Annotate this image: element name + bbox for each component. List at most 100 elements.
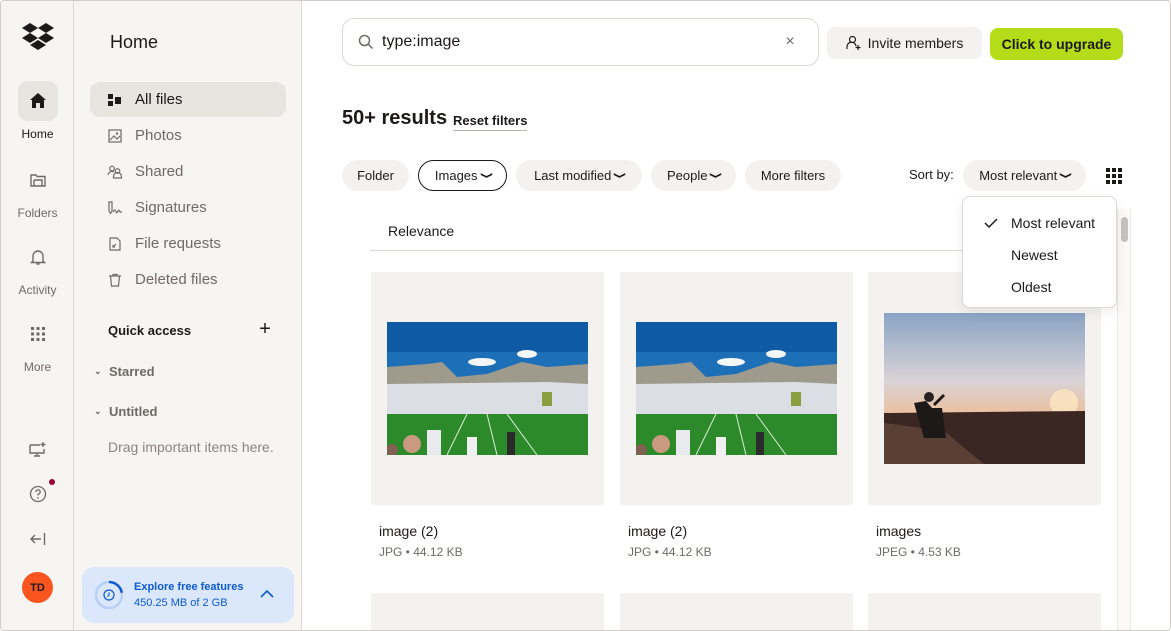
collapse-sidebar-icon — [30, 533, 46, 545]
storage-banner[interactable]: Explore free features 450.25 MB of 2 GB — [82, 567, 294, 623]
notification-dot — [49, 479, 55, 485]
search-icon — [358, 34, 374, 50]
filter-chip-more-filters[interactable]: More filters — [745, 160, 841, 191]
rail-label: Home — [21, 127, 54, 141]
help-icon — [29, 485, 47, 503]
group-label: Starred — [109, 364, 155, 379]
nav-label: Shared — [135, 163, 184, 180]
nav-label: File requests — [135, 235, 221, 252]
search-bar[interactable]: × — [342, 18, 819, 66]
avatar[interactable]: TD — [22, 572, 53, 603]
quick-access-add-button[interactable]: + — [255, 319, 275, 339]
section-label: Relevance — [388, 223, 455, 239]
sidebar-title: Home — [110, 32, 159, 52]
storage-title: Explore free features — [134, 581, 244, 593]
stadium-image — [636, 322, 837, 455]
filter-chip-images[interactable]: Images ❯ — [418, 160, 507, 191]
chip-label: Last modified — [534, 168, 612, 183]
rail-item-activity[interactable]: Activity — [1, 237, 74, 297]
sidebar-item-signatures[interactable]: Signatures — [90, 190, 286, 225]
chevron-up-icon[interactable] — [258, 585, 276, 603]
desktop-add-button[interactable] — [23, 435, 53, 465]
file-thumbnail-placeholder — [620, 593, 853, 630]
chip-label: More filters — [760, 168, 826, 183]
sort-dropdown-button[interactable]: Most relevant ❯ — [963, 160, 1086, 191]
file-card[interactable]: images JPEG • 4.53 KB — [868, 272, 1101, 559]
nav-label: Signatures — [135, 199, 207, 216]
chevron-down-icon: ⌄ — [94, 366, 102, 376]
shared-icon — [107, 164, 123, 180]
search-input[interactable] — [382, 33, 772, 51]
sort-label: Sort by: — [909, 167, 954, 182]
file-name: image (2) — [628, 523, 688, 539]
scrollbar-thumb[interactable] — [1121, 217, 1128, 242]
rail-label: Activity — [18, 283, 57, 297]
app-window: Home Folders Activity More TD Home All f… — [0, 0, 1171, 631]
file-thumbnail-placeholder — [371, 593, 604, 630]
sort-option-newest[interactable]: Newest — [963, 239, 1116, 271]
filter-chip-people[interactable]: People ❯ — [651, 160, 736, 191]
chevron-down-icon: ❯ — [1060, 171, 1074, 180]
collapse-sidebar-button[interactable] — [23, 524, 53, 554]
trash-icon — [107, 272, 123, 288]
quick-access-group-starred[interactable]: ⌄ Starred — [94, 364, 155, 379]
rail-item-home[interactable]: Home — [1, 81, 74, 141]
file-meta: JPEG • 4.53 KB — [876, 545, 961, 559]
sidebar: Home All files Photos Shared Signatures … — [74, 1, 302, 630]
rail-label: Folders — [17, 206, 58, 220]
chip-label: Folder — [357, 168, 394, 183]
desktop-add-icon — [29, 442, 46, 457]
signature-icon — [107, 200, 123, 216]
bell-icon — [29, 250, 46, 265]
add-user-icon — [846, 35, 861, 50]
file-request-icon — [107, 236, 123, 252]
chip-label: Images — [434, 168, 478, 183]
sidebar-item-file-requests[interactable]: File requests — [90, 226, 286, 261]
storage-usage: 450.25 MB of 2 GB — [134, 597, 228, 609]
results-count: 50+ results — [342, 107, 448, 129]
invite-members-button[interactable]: Invite members — [827, 27, 982, 59]
quick-access-hint: Drag important items here. — [108, 439, 274, 455]
file-thumbnail — [620, 272, 853, 505]
scrollbar[interactable] — [1117, 209, 1131, 630]
sort-value: Most relevant — [979, 168, 1058, 183]
chevron-down-icon: ❯ — [614, 171, 628, 180]
file-card[interactable]: image (2) JPG • 44.12 KB — [620, 272, 853, 559]
quick-access-group-untitled[interactable]: ⌄ Untitled — [94, 404, 157, 419]
main-content: × Invite members Click to upgrade 50+ re… — [302, 1, 1170, 630]
sidebar-item-all-files[interactable]: All files — [90, 82, 286, 117]
chip-label: People — [666, 168, 708, 183]
dropbox-logo-icon[interactable] — [22, 23, 54, 51]
rail-item-more[interactable]: More — [1, 314, 74, 374]
sidebar-item-deleted-files[interactable]: Deleted files — [90, 262, 286, 297]
rail-item-folders[interactable]: Folders — [1, 160, 74, 220]
filter-chip-last-modified[interactable]: Last modified ❯ — [516, 160, 642, 191]
nav-label: Photos — [135, 127, 182, 144]
file-name: image (2) — [379, 523, 439, 539]
grid-dots-icon — [30, 327, 45, 341]
file-card[interactable]: image (2) JPG • 44.12 KB — [371, 272, 604, 559]
stadium-image — [387, 322, 588, 455]
quick-access-title: Quick access — [108, 323, 192, 338]
sidebar-item-shared[interactable]: Shared — [90, 154, 286, 189]
sidebar-item-photos[interactable]: Photos — [90, 118, 286, 153]
file-meta: JPG • 44.12 KB — [628, 545, 712, 559]
sort-option-most-relevant[interactable]: Most relevant — [963, 207, 1116, 239]
sunset-image — [884, 313, 1085, 464]
chevron-down-icon: ❯ — [710, 171, 724, 180]
file-thumbnail-placeholder — [868, 593, 1101, 630]
close-icon[interactable]: × — [782, 34, 798, 50]
chevron-down-icon: ⌄ — [94, 406, 102, 416]
reset-filters-link[interactable]: Reset filters — [453, 113, 528, 131]
nav-label: Deleted files — [135, 271, 218, 288]
file-meta: JPG • 44.12 KB — [379, 545, 463, 559]
filter-chip-folder[interactable]: Folder — [342, 160, 409, 191]
home-icon — [29, 93, 46, 108]
storage-progress-ring — [94, 580, 124, 610]
rail-label: More — [23, 360, 52, 374]
sort-option-oldest[interactable]: Oldest — [963, 271, 1116, 303]
sort-option-label: Oldest — [1011, 279, 1052, 295]
all-files-icon — [107, 92, 123, 108]
grid-view-icon[interactable] — [1105, 167, 1123, 185]
upgrade-button[interactable]: Click to upgrade — [990, 28, 1123, 60]
